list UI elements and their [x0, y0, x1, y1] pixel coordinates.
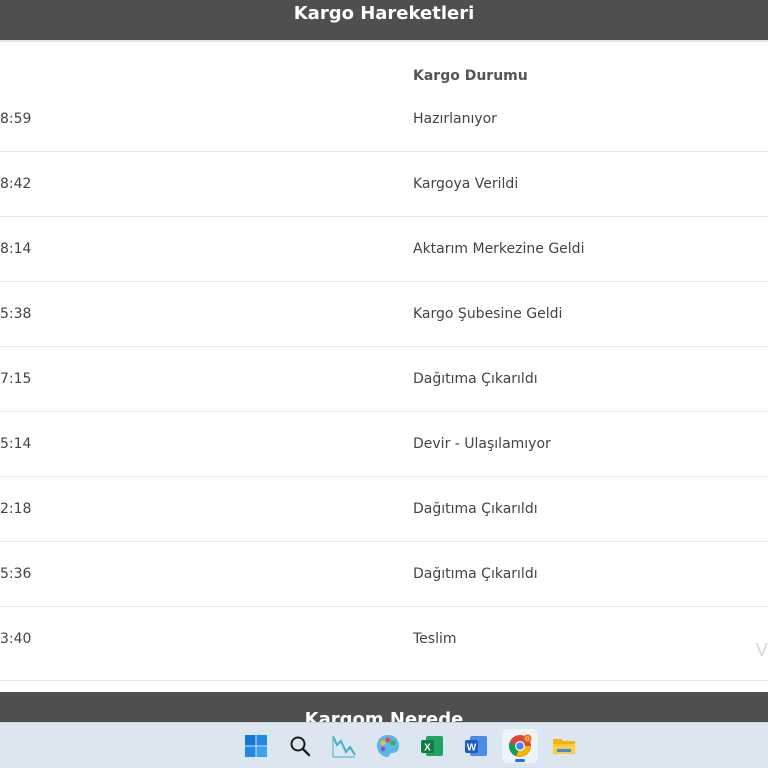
- kargom-nerede-header: Kargom Nerede: [0, 692, 768, 722]
- row-time: 8:14: [0, 241, 32, 257]
- kargom-nerede-title: Kargom Nerede: [304, 709, 464, 722]
- row-time: 2:18: [0, 501, 32, 517]
- table-row: 5:38 Kargo Şubesine Geldi: [0, 282, 768, 347]
- cargo-movements-title: Kargo Hareketleri: [293, 3, 475, 24]
- paint-app-icon[interactable]: [370, 729, 406, 763]
- row-time: 8:42: [0, 176, 32, 192]
- row-status: Teslim: [413, 631, 457, 647]
- file-explorer-icon[interactable]: [546, 729, 582, 763]
- word-icon[interactable]: W: [458, 729, 494, 763]
- windows-taskbar: X W G: [0, 722, 768, 768]
- chrome-icon[interactable]: G: [502, 729, 538, 763]
- taskbar-icons: X W G: [238, 729, 582, 763]
- watermark: V: [755, 640, 768, 661]
- row-time: 5:36: [0, 566, 32, 582]
- status-column-header: Kargo Durumu: [413, 68, 528, 84]
- chart-app-icon[interactable]: [326, 729, 362, 763]
- row-status: Dağıtıma Çıkarıldı: [413, 566, 538, 582]
- row-status: Kargo Şubesine Geldi: [413, 306, 563, 322]
- row-time: 3:40: [0, 631, 32, 647]
- svg-text:G: G: [525, 737, 529, 743]
- table-row: 2:18 Dağıtıma Çıkarıldı: [0, 477, 768, 542]
- table-row: 8:59 Hazırlanıyor: [0, 87, 768, 152]
- row-time: 5:14: [0, 436, 32, 452]
- table-row: 5:14 Devir - Ulaşılamıyor: [0, 412, 768, 477]
- windows-start-icon[interactable]: [238, 729, 274, 763]
- cargo-tracking-page: Kargo Hareketleri Kargo Durumu 8:59 Hazı…: [0, 0, 768, 768]
- row-status: Dağıtıma Çıkarıldı: [413, 371, 538, 387]
- table-row: 3:40 Teslim: [0, 607, 768, 681]
- row-status: Kargoya Verildi: [413, 176, 519, 192]
- row-time: 8:59: [0, 111, 32, 127]
- row-status: Aktarım Merkezine Geldi: [413, 241, 585, 257]
- svg-text:X: X: [424, 743, 431, 754]
- row-status: Dağıtıma Çıkarıldı: [413, 501, 538, 517]
- row-time: 5:38: [0, 306, 32, 322]
- row-time: 7:15: [0, 371, 32, 387]
- excel-icon[interactable]: X: [414, 729, 450, 763]
- cargo-movements-header: Kargo Hareketleri: [0, 0, 768, 42]
- table-row: 8:14 Aktarım Merkezine Geldi: [0, 217, 768, 282]
- search-icon[interactable]: [282, 729, 318, 763]
- row-status: Hazırlanıyor: [413, 111, 497, 127]
- table-row: 5:36 Dağıtıma Çıkarıldı: [0, 542, 768, 607]
- table-row: 7:15 Dağıtıma Çıkarıldı: [0, 347, 768, 412]
- table-row: 8:42 Kargoya Verildi: [0, 152, 768, 217]
- svg-text:W: W: [467, 743, 477, 754]
- row-status: Devir - Ulaşılamıyor: [413, 436, 551, 452]
